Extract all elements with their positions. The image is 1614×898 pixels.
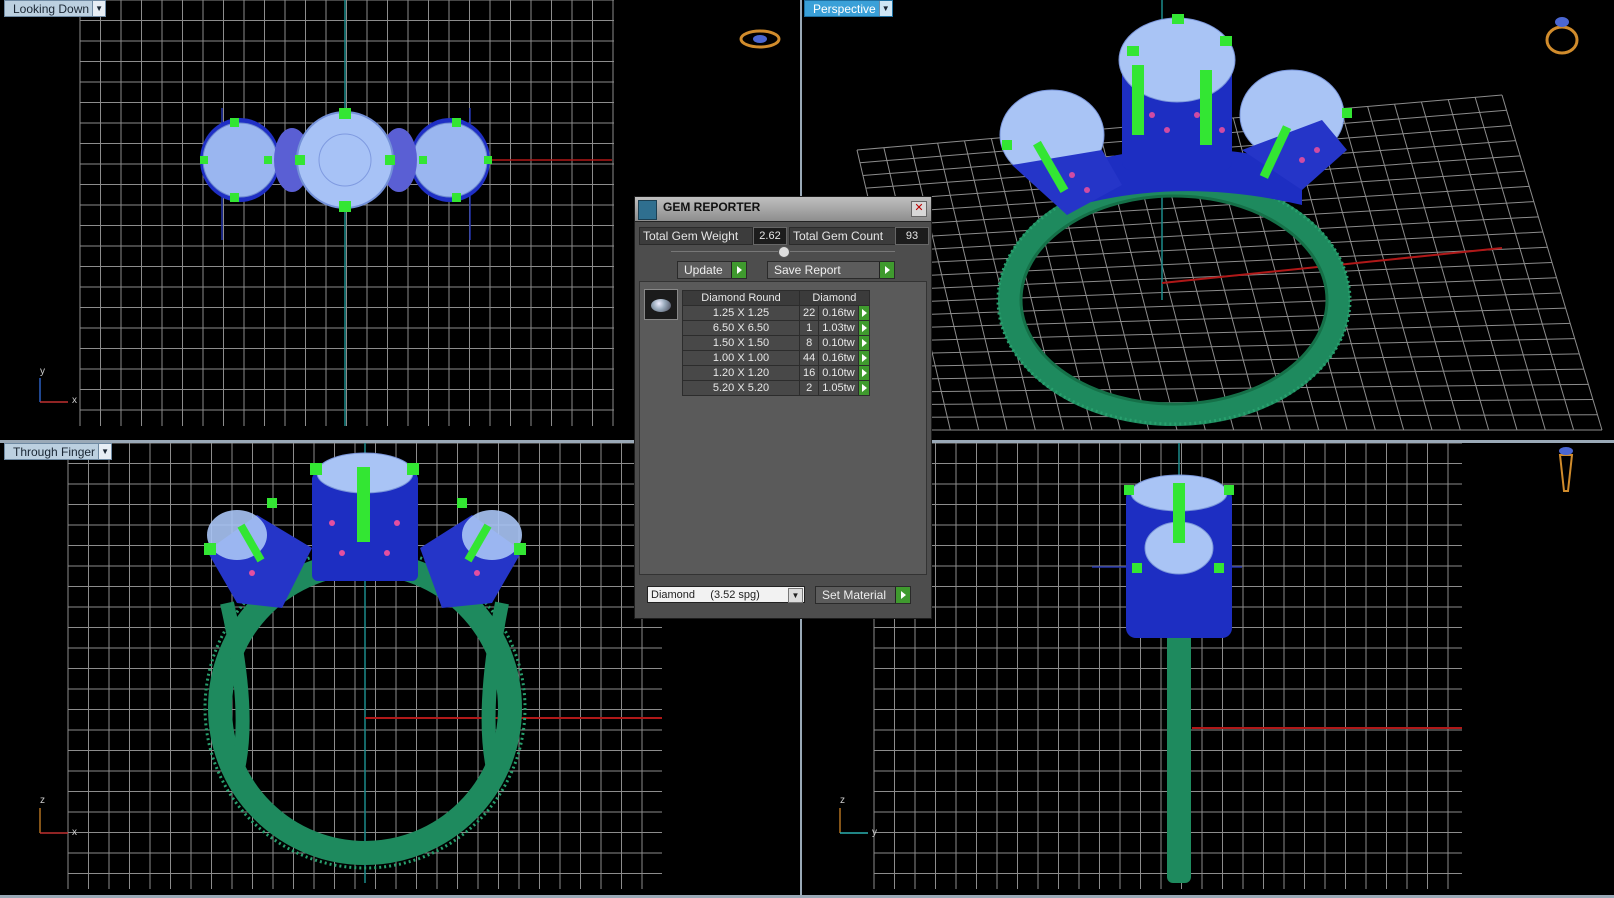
play-arrow-icon (895, 587, 910, 603)
table-row[interactable]: 1.20 X 1.20 16 0.10tw (682, 365, 870, 381)
total-gem-count-value: 93 (895, 227, 929, 245)
gem-size-cell: 6.50 X 6.50 (682, 320, 800, 336)
save-report-button[interactable]: Save Report (767, 261, 895, 279)
gem-count-cell: 22 (798, 305, 820, 321)
dialog-title-bar[interactable]: GEM REPORTER ✕ (635, 197, 931, 222)
close-icon[interactable]: ✕ (911, 201, 927, 217)
totals-row: Total Gem Weight 2.62 Total Gem Count 93 (639, 227, 929, 245)
gem-weight-cell: 0.16tw (818, 305, 859, 321)
table-header-shape: Diamond Round (682, 290, 800, 306)
gem-count-cell: 44 (798, 350, 820, 366)
gem-reporter-icon (638, 200, 657, 220)
gem-count-cell: 1 (798, 320, 820, 336)
gem-count-cell: 8 (798, 335, 820, 351)
row-select-arrow-icon[interactable] (857, 320, 870, 336)
gem-size-cell: 1.00 X 1.00 (682, 350, 800, 366)
total-gem-weight-label: Total Gem Weight (639, 227, 753, 245)
update-label: Update (684, 263, 723, 277)
ring-perspective-icon[interactable] (1542, 12, 1582, 56)
axis-indicator (39, 808, 68, 834)
total-gem-count-label: Total Gem Count (789, 227, 897, 245)
axis-y-label: y (872, 827, 877, 838)
collapse-toggle-icon[interactable] (778, 246, 790, 258)
viewport-label-looking-down[interactable]: Looking Down ▼ (4, 0, 107, 17)
save-report-label: Save Report (774, 263, 841, 277)
viewport-label-text: Looking Down (13, 2, 90, 16)
gem-weight-cell: 0.10tw (818, 365, 859, 381)
gem-size-cell: 5.20 X 5.20 (682, 380, 800, 396)
gem-list-panel: Diamond Round Diamond 1.25 X 1.25 22 0.16t… (639, 281, 927, 575)
axis-indicator (39, 378, 68, 403)
table-row[interactable]: 1.00 X 1.00 44 0.16tw (682, 350, 870, 366)
gem-weight-cell: 1.03tw (818, 320, 859, 336)
row-select-arrow-icon[interactable] (857, 335, 870, 351)
gem-weight-cell: 0.16tw (818, 350, 859, 366)
gem-table: Diamond Round Diamond 1.25 X 1.25 22 0.16t… (682, 290, 870, 396)
total-gem-weight-value: 2.62 (753, 227, 787, 245)
ring-side-icon[interactable] (1554, 445, 1578, 497)
table-header-material: Diamond (799, 290, 870, 306)
set-material-label: Set Material (822, 588, 887, 602)
gem-weight-cell: 0.10tw (818, 335, 859, 351)
table-row[interactable]: 1.50 X 1.50 8 0.10tw (682, 335, 870, 351)
looking-down-scene (39, 0, 614, 426)
play-arrow-icon (731, 262, 746, 278)
chevron-down-icon[interactable]: ▼ (788, 588, 803, 603)
dropdown-arrow-icon[interactable]: ▼ (98, 444, 112, 459)
axis-z-label: z (40, 795, 45, 806)
table-row[interactable]: 5.20 X 5.20 2 1.05tw (682, 380, 870, 396)
viewport-label-text: Through Finger (13, 445, 96, 459)
grid (79, 0, 614, 426)
table-row[interactable]: 1.25 X 1.25 22 0.16tw (682, 305, 870, 321)
row-select-arrow-icon[interactable] (857, 350, 870, 366)
viewport-label-text: Perspective (813, 2, 876, 16)
gem-weight-cell: 1.05tw (818, 380, 859, 396)
axis-x-label: x (72, 827, 77, 838)
axis-z-label: z (840, 795, 845, 806)
gem-reporter-dialog: GEM REPORTER ✕ Total Gem Weight 2.62 Tot… (634, 196, 932, 619)
viewport-looking-down[interactable]: y x Looking Down ▼ (2, 0, 632, 440)
update-button[interactable]: Update (677, 261, 747, 279)
ring-top-icon[interactable] (738, 26, 782, 52)
gem-size-cell: 1.50 X 1.50 (682, 335, 800, 351)
gem-count-cell: 16 (798, 365, 820, 381)
ring-perspective-view (996, 14, 1352, 426)
dropdown-arrow-icon[interactable]: ▼ (878, 1, 892, 16)
gem-thumbnail[interactable] (644, 289, 678, 320)
ring-top-view (200, 108, 492, 212)
gem-count-cell: 2 (798, 380, 820, 396)
viewport-label-perspective[interactable]: Perspective ▼ (804, 0, 893, 17)
row-select-arrow-icon[interactable] (857, 305, 870, 321)
set-material-button[interactable]: Set Material (815, 586, 911, 604)
material-select-value: Diamond (3.52 spg) (651, 589, 760, 601)
row-select-arrow-icon[interactable] (857, 380, 870, 396)
material-select[interactable]: Diamond (3.52 spg) ▼ (647, 586, 805, 603)
gem-size-cell: 1.20 X 1.20 (682, 365, 800, 381)
axis-x-label: x (72, 395, 77, 406)
table-row[interactable]: 6.50 X 6.50 1 1.03tw (682, 320, 870, 336)
row-select-arrow-icon[interactable] (857, 365, 870, 381)
dropdown-arrow-icon[interactable]: ▼ (92, 1, 106, 16)
axis-y-label: y (40, 366, 45, 377)
dialog-title: GEM REPORTER (663, 200, 761, 214)
axis-indicator (839, 808, 868, 834)
play-arrow-icon (879, 262, 894, 278)
gem-size-cell: 1.25 X 1.25 (682, 305, 800, 321)
viewport-label-through-finger[interactable]: Through Finger ▼ (4, 443, 113, 460)
